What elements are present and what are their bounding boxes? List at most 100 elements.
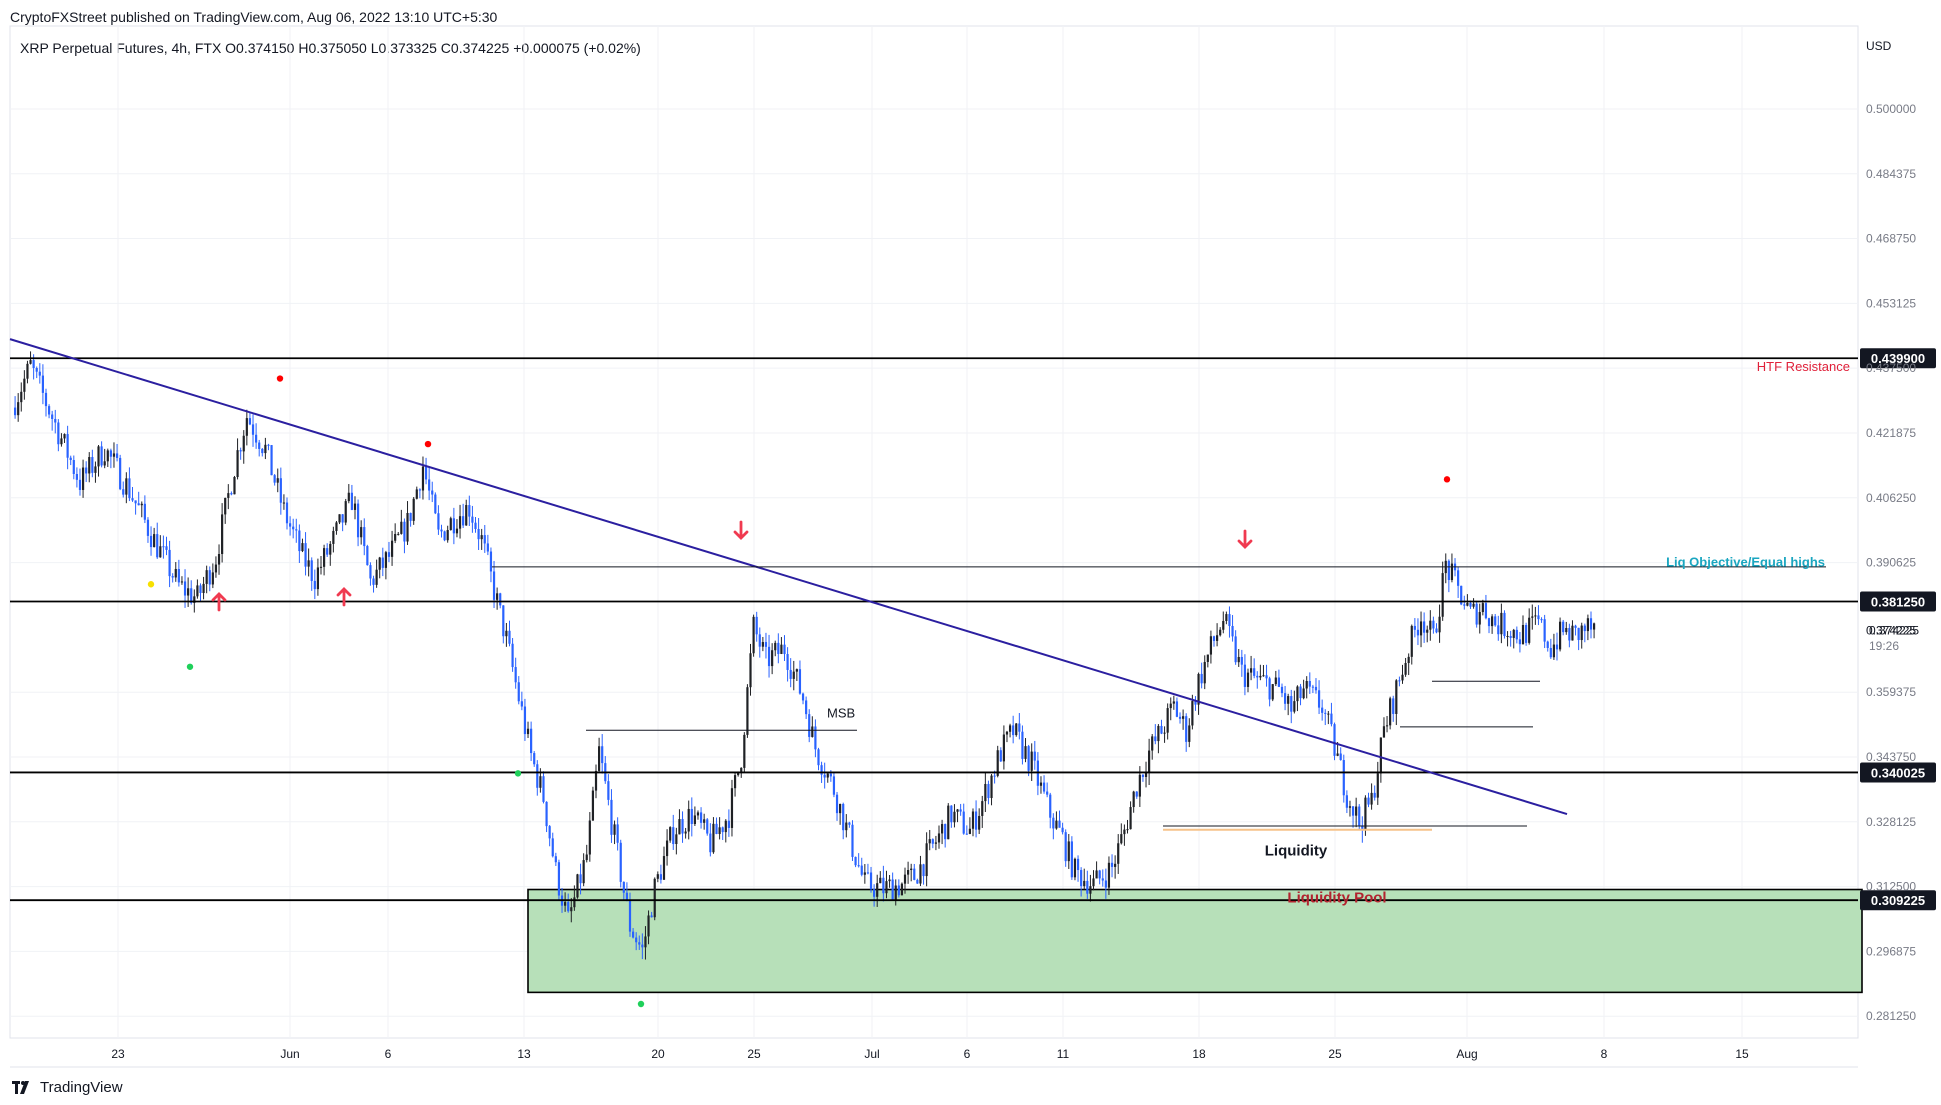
candle-body [873,889,876,897]
candle-body [1549,647,1552,658]
candle [415,486,418,500]
candle [1209,630,1213,664]
candle-body [1509,635,1512,638]
candle-body [764,642,768,647]
candle [681,811,684,843]
htf-resistance-label: HTF Resistance [1757,359,1850,374]
candle-body [928,839,931,844]
candle-body [1098,870,1101,879]
candle [743,732,746,773]
candle [60,433,63,447]
candle [1064,829,1067,867]
candle [1203,655,1206,690]
candle-body [826,773,829,778]
candle-body [421,466,425,491]
candle [1262,665,1265,677]
candle [968,817,971,835]
candle [857,853,860,868]
signal-dot [637,1000,645,1008]
candle-body [1512,629,1515,638]
candle [140,501,143,518]
candle [709,823,712,857]
candle [304,532,307,576]
candle [1200,662,1203,689]
candle-body [1114,863,1117,867]
candle-body [1583,625,1586,632]
candle [1342,754,1345,803]
candle-body [965,833,968,835]
candle [897,879,900,898]
candle [987,780,990,805]
candle-body [1565,628,1568,633]
candle [1055,811,1058,830]
candle [1169,697,1172,721]
candle-body [1185,716,1188,742]
candle-body [174,568,177,578]
candle [526,721,530,738]
candle [233,475,236,495]
price-tick-label: 0.406250 [1866,491,1916,505]
candle [248,412,252,426]
candle [1423,612,1426,643]
candle [1005,730,1009,743]
candle-body [1163,732,1166,734]
price-tick-label: 0.328125 [1866,815,1916,829]
candle [1002,725,1005,770]
candle-body [1228,614,1231,626]
candle-body [628,900,632,932]
candle [1531,604,1534,630]
candle-body [656,874,659,879]
candle-body [1070,841,1073,878]
candle-body [644,936,647,948]
candle-body [1494,616,1497,626]
price-tick-label: 0.390625 [1866,556,1916,570]
candle-body [1243,664,1247,687]
candle [1225,611,1228,625]
candle-body [761,642,764,647]
candle-body [687,808,690,832]
candle-body [1336,753,1339,756]
candle [1018,713,1021,740]
candle [1117,834,1120,874]
candle-body [502,605,505,637]
time-tick-label: 18 [1192,1047,1206,1061]
candle-body [931,839,934,844]
candle [514,657,517,689]
candle-body [786,654,789,670]
candle [245,409,248,446]
candle [1410,624,1413,665]
price-tick-label: 0.437500 [1866,361,1916,375]
candle-body [1330,713,1333,725]
candle [1240,649,1243,677]
candle-body [542,776,545,802]
candle [1274,670,1277,687]
candle-body [1055,820,1058,829]
candle-body [1126,829,1129,831]
candle-body [520,701,523,707]
candle-body [987,783,990,799]
candle-body [956,809,959,812]
price-tick-label: 0.343750 [1866,750,1916,764]
candle-body [1262,675,1265,677]
candle [205,565,208,594]
candle-body [1290,696,1293,712]
candle-body [375,569,378,585]
tradingview-logo-icon[interactable] [12,1080,34,1094]
candle-body [474,522,477,529]
liquidity-label: Liquidity [1265,843,1328,860]
candle-body [338,514,341,523]
candle-body [1487,618,1491,627]
candle [656,871,659,883]
candle-body [1086,880,1089,894]
price-chart[interactable]: 0.4399000.3812500.3400250.309225HTF Resi… [0,0,1941,1105]
candle-body [13,407,17,416]
candle-body [539,776,542,788]
candle-body [258,442,261,449]
candle [1509,630,1512,647]
candle-body [1024,746,1027,759]
candle [1389,696,1392,730]
candle [1024,738,1027,763]
candle [1497,615,1500,641]
candle-body [458,516,462,529]
candle-body [1586,618,1589,632]
